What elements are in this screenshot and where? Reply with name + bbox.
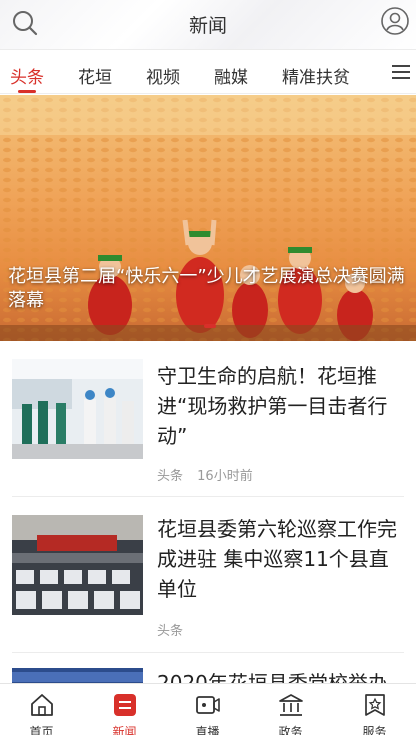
tab-huayuan[interactable]: 花垣 [78,63,112,88]
article-source: 头条 [157,624,184,639]
government-icon [279,694,303,716]
nav-label: 服务 [362,725,387,735]
article-thumbnail [12,359,143,459]
divider [12,652,404,653]
article-title[interactable]: 守卫生命的启航！花垣推进“现场救护第一目击者行动” [157,361,407,451]
article-meta: 头条 16小时前 [157,465,263,484]
nav-live[interactable]: 直播 [166,684,249,735]
menu-icon[interactable] [390,62,412,82]
live-tv-icon [196,696,220,714]
nav-label: 直播 [195,725,220,735]
nav-news[interactable]: 新闻 [83,684,166,735]
active-tab-indicator [18,90,36,93]
nav-service[interactable]: 服务 [333,684,416,735]
featured-banner[interactable]: 花垣县第二届“快乐六一”少儿才艺展演总决赛圆满落幕 [0,95,416,341]
divider [12,496,404,497]
top-bar: 新闻 [0,0,416,50]
nav-label: 政务 [278,725,303,735]
article-time: 16小时前 [197,469,253,484]
news-icon [114,694,136,716]
tab-video[interactable]: 视频 [146,63,180,88]
carousel-indicator [204,324,216,328]
article-title[interactable]: 花垣县委第六轮巡察工作完成进驻 集中巡察11个县直单位 [157,514,407,604]
home-icon [31,694,53,716]
user-icon[interactable] [380,6,410,36]
article-item[interactable]: 2020年花垣县委党校举办 [0,664,416,683]
tab-headlines[interactable]: 头条 [10,63,44,88]
article-title[interactable]: 2020年花垣县委党校举办 [157,668,407,683]
banner-caption[interactable]: 花垣县第二届“快乐六一”少儿才艺展演总决赛圆满落幕 [8,265,416,313]
article-item[interactable]: 花垣县委第六轮巡察工作完成进驻 集中巡察11个县直单位 头条 [0,512,416,652]
tab-media[interactable]: 融媒 [214,63,248,88]
nav-government[interactable]: 政务 [249,684,332,735]
article-meta: 头条 [157,620,203,639]
nav-home[interactable]: 首页 [0,684,83,735]
article-thumbnail [12,515,143,615]
tab-poverty-alleviation[interactable]: 精准扶贫 [282,63,350,88]
nav-label: 新闻 [112,725,137,735]
channel-tabs: 头条 花垣 视频 融媒 精准扶贫 [0,50,416,94]
article-thumbnail [12,668,143,683]
bottom-navigation: 首页 新闻 直播 政务 服务 [0,683,416,735]
article-source: 头条 [157,469,184,484]
nav-label: 首页 [29,725,54,735]
article-item[interactable]: 守卫生命的启航！花垣推进“现场救护第一目击者行动” 头条 16小时前 [0,355,416,495]
service-icon [365,694,385,716]
page-title: 新闻 [188,15,227,37]
